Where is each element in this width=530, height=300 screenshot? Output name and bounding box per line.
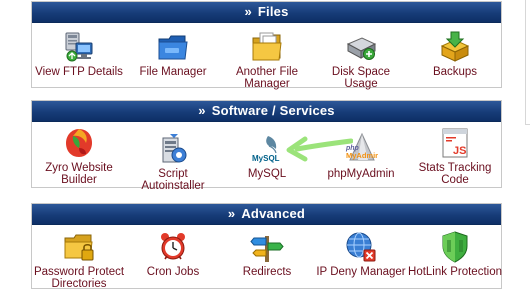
password-protect-directories-label: Password Protect Directories: [33, 266, 125, 290]
mysql-logo-text: MySQL: [252, 154, 280, 163]
globe-deny-icon: [346, 232, 376, 262]
disk-space-usage-link[interactable]: Disk Space Usage: [314, 30, 408, 90]
alarm-clock-icon: [161, 233, 185, 260]
hotlink-protection-label: HotLink Protection: [408, 266, 502, 278]
hard-drive-icon: [346, 37, 377, 60]
file-manager-link[interactable]: File Manager: [126, 30, 220, 78]
ip-deny-manager-label: IP Deny Manager: [316, 266, 406, 278]
software-services-section-header: » Software / Services: [32, 101, 501, 122]
cpanel-page: » Files View FTP Details File Manager An…: [0, 0, 530, 300]
stats-tracking-code-label: Stats Tracking Code: [418, 162, 492, 186]
zyro-website-builder-link[interactable]: Zyro Website Builder: [32, 126, 126, 186]
redirects-link[interactable]: Redirects: [220, 230, 314, 278]
myadmin-logo-text: MyAdmin: [346, 151, 378, 160]
redirects-label: Redirects: [242, 266, 292, 278]
shield-icon: [442, 231, 468, 263]
cron-jobs-label: Cron Jobs: [146, 266, 200, 278]
ftp-computer-icon: [65, 32, 93, 62]
phpmyadmin-link[interactable]: php MyAdmin phpMyAdmin: [314, 132, 408, 180]
files-section-header: » Files: [32, 2, 501, 23]
locked-folder-icon: [64, 234, 94, 261]
advanced-section: »Advanced Password Protect Directories: [31, 203, 502, 290]
software-services-items: Zyro Website Builder Script Autoinstalle…: [32, 122, 502, 192]
backups-link[interactable]: Backups: [408, 30, 502, 78]
files-items: View FTP Details File Manager Another Fi…: [32, 23, 502, 90]
script-autoinstaller-link[interactable]: Script Autoinstaller: [126, 132, 220, 192]
backups-label: Backups: [432, 66, 478, 78]
mysql-icon: MySQL: [252, 136, 280, 163]
ip-deny-manager-link[interactable]: IP Deny Manager: [314, 230, 408, 278]
advanced-section-header: » Advanced: [32, 204, 501, 225]
view-ftp-details-link[interactable]: View FTP Details: [32, 30, 126, 78]
js-logo-text: JS: [453, 145, 466, 157]
stats-tracking-code-link[interactable]: JS Stats Tracking Code: [408, 126, 502, 186]
script-autoinstaller-label: Script Autoinstaller: [141, 168, 205, 192]
zyro-website-builder-label: Zyro Website Builder: [45, 162, 113, 186]
password-protect-directories-link[interactable]: Password Protect Directories: [32, 230, 126, 290]
phpmyadmin-icon: php MyAdmin: [345, 132, 378, 161]
installer-icon: [162, 134, 187, 163]
cron-jobs-link[interactable]: Cron Jobs: [126, 230, 220, 278]
mysql-link[interactable]: MySQL MySQL: [220, 132, 314, 180]
advanced-section-title: Advanced: [241, 206, 306, 221]
file-manager-label: File Manager: [139, 66, 207, 78]
software-services-section-title: Software / Services: [211, 103, 335, 118]
disk-space-usage-label: Disk Space Usage: [331, 66, 391, 90]
signpost-icon: [250, 236, 284, 262]
files-section-title: Files: [257, 4, 289, 19]
another-file-manager-label: Another File Manager: [235, 66, 298, 90]
another-file-manager-link[interactable]: Another File Manager: [220, 30, 314, 90]
zyro-icon: [66, 129, 92, 157]
files-section: » Files View FTP Details File Manager An…: [31, 1, 502, 90]
view-ftp-details-label: View FTP Details: [35, 66, 123, 78]
hotlink-protection-link[interactable]: HotLink Protection: [408, 230, 502, 278]
right-panel-edge: [525, 0, 530, 125]
backup-box-icon: [440, 31, 470, 62]
software-services-section: » Software / Services Zyro Website Builde…: [31, 100, 502, 192]
phpmyadmin-label: phpMyAdmin: [327, 168, 395, 180]
mysql-label: MySQL: [247, 168, 287, 180]
js-stats-icon: JS: [442, 128, 468, 158]
advanced-items: Password Protect Directories Cron Jobs R…: [32, 225, 502, 290]
folder-documents-icon: [252, 32, 282, 61]
folder-icon: [158, 35, 188, 60]
